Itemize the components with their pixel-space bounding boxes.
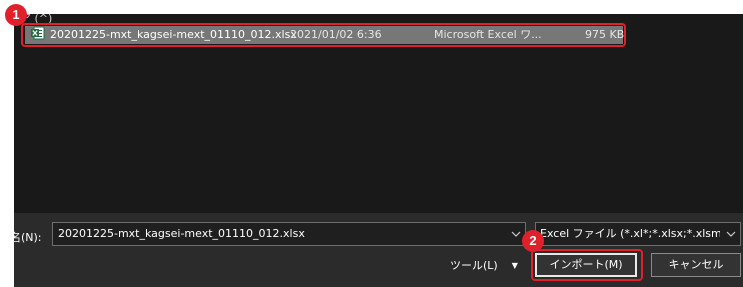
file-open-dialog: ア (^) 20201225-mxt_kagsei-mext_01110_012…: [14, 14, 743, 287]
step-marker-1: 1: [5, 4, 27, 26]
filename-value: 20201225-mxt_kagsei-mext_01110_012.xlsx: [58, 227, 305, 240]
excel-file-icon: [31, 26, 45, 40]
file-list[interactable]: ア (^) 20201225-mxt_kagsei-mext_01110_012…: [14, 14, 743, 213]
file-size: 975 KB: [585, 28, 625, 41]
tools-menu-button[interactable]: ツール(L) ▼: [450, 255, 518, 277]
triangle-down-icon: ▼: [511, 261, 518, 270]
file-type: Microsoft Excel ワ...: [434, 28, 542, 41]
import-button[interactable]: インポート(M): [535, 253, 637, 277]
cancel-button[interactable]: キャンセル: [651, 253, 741, 277]
filename-label: 名(N):: [14, 231, 42, 244]
filename-input[interactable]: 20201225-mxt_kagsei-mext_01110_012.xlsx: [52, 222, 526, 246]
file-name: 20201225-mxt_kagsei-mext_01110_012.xlsx: [50, 28, 297, 41]
chevron-down-icon[interactable]: [725, 223, 737, 245]
filetype-select[interactable]: Excel ファイル (*.xl*;*.xlsx;*.xlsm;*.xl: [535, 222, 741, 246]
filetype-value: Excel ファイル (*.xl*;*.xlsx;*.xlsm;*.xl: [540, 227, 720, 240]
step-marker-2: 2: [522, 230, 544, 252]
dialog-footer: 名(N): 20201225-mxt_kagsei-mext_01110_012…: [14, 213, 743, 287]
chevron-down-icon[interactable]: [510, 223, 522, 245]
file-date: 2021/01/02 6:36: [290, 28, 382, 41]
tools-label: ツール(L): [450, 259, 498, 272]
file-row-selected[interactable]: 20201225-mxt_kagsei-mext_01110_012.xlsx …: [25, 26, 625, 44]
